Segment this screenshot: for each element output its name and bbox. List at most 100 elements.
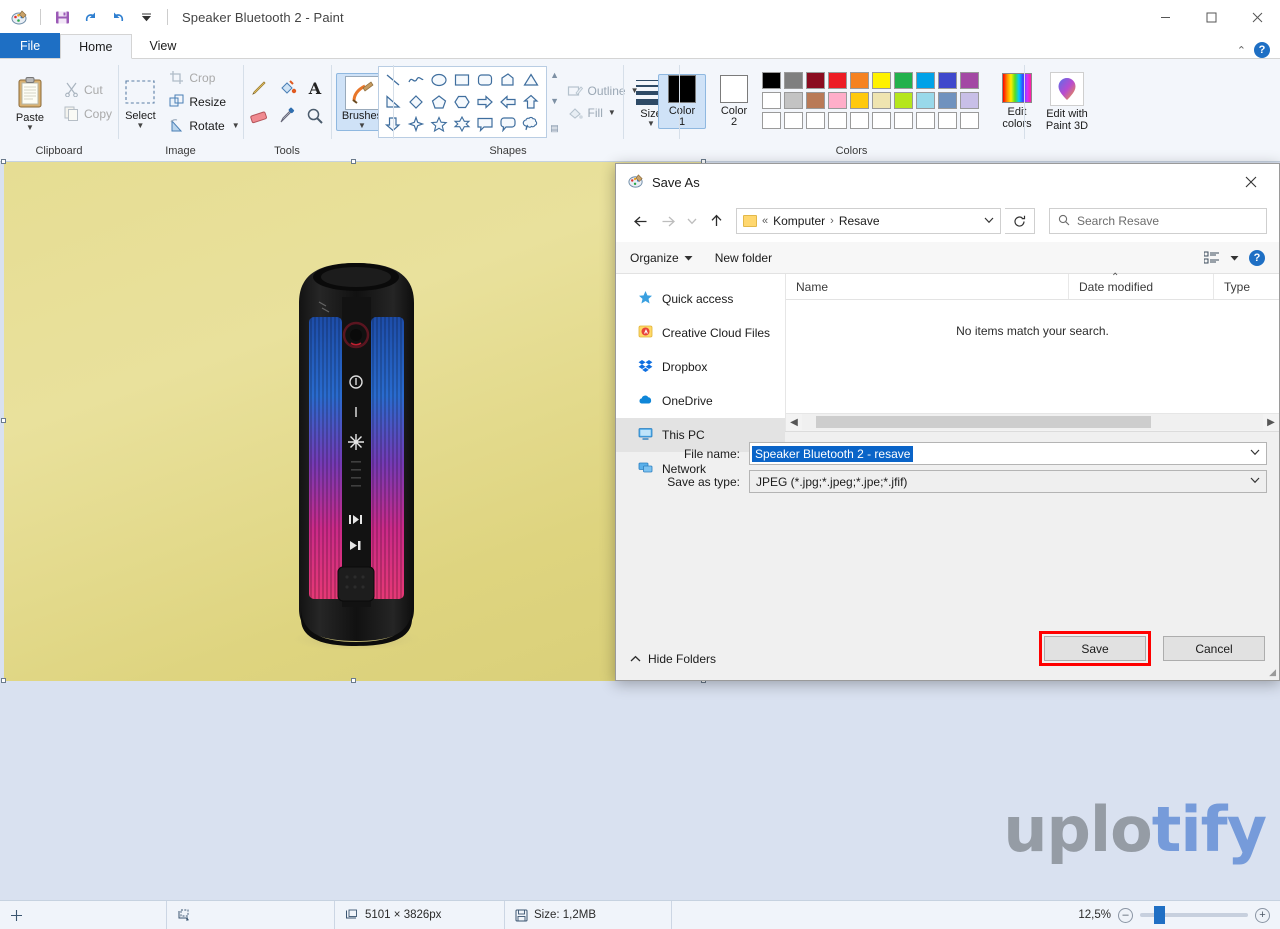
palette-swatch-2-8[interactable] <box>916 92 935 109</box>
save-icon[interactable] <box>51 6 73 28</box>
address-bar[interactable]: « Komputer › Resave <box>736 208 1001 234</box>
shape-rounded-callout-icon[interactable] <box>497 113 520 135</box>
edit-with-paint-3d-button[interactable]: Edit with Paint 3D <box>1032 71 1102 132</box>
hide-folders-button[interactable]: Hide Folders <box>630 652 716 666</box>
crop-button[interactable]: Crop <box>164 67 244 89</box>
size-caret-icon[interactable]: ▼ <box>647 120 655 128</box>
palette-swatch-2-3[interactable] <box>806 92 825 109</box>
undo-icon[interactable] <box>79 6 101 28</box>
organize-button[interactable]: Organize <box>630 251 693 265</box>
save-as-type-combobox[interactable]: JPEG (*.jpg;*.jpeg;*.jpe;*.jfif) <box>749 470 1267 493</box>
canvas-handle-nw[interactable] <box>1 159 6 164</box>
copy-button[interactable]: Copy <box>59 103 117 125</box>
canvas-handle-s[interactable] <box>351 678 356 683</box>
maximize-button[interactable] <box>1188 0 1234 34</box>
palette-swatch-2-9[interactable] <box>938 92 957 109</box>
address-dropdown-caret-icon[interactable] <box>984 216 994 227</box>
cancel-button[interactable]: Cancel <box>1163 636 1265 661</box>
minimize-button[interactable] <box>1142 0 1188 34</box>
palette-swatch-1-9[interactable] <box>938 72 957 89</box>
zoom-slider-thumb[interactable] <box>1154 906 1165 924</box>
palette-swatch-2-4[interactable] <box>828 92 847 109</box>
color-palette[interactable] <box>762 72 981 131</box>
shape-up-arrow-icon[interactable] <box>520 91 543 113</box>
shape-line-icon[interactable] <box>382 69 405 91</box>
color-1-button[interactable]: Color 1 <box>658 74 706 129</box>
paste-button[interactable]: Paste ▼ <box>1 72 59 132</box>
new-folder-button[interactable]: New folder <box>715 251 772 265</box>
image-canvas[interactable] <box>1 159 706 683</box>
palette-swatch-1-1[interactable] <box>762 72 781 89</box>
shape-down-arrow-icon[interactable] <box>382 113 405 135</box>
refresh-button[interactable] <box>1005 208 1035 234</box>
color-picker-icon[interactable] <box>274 103 300 129</box>
palette-swatch-3-7[interactable] <box>894 112 913 129</box>
nav-item-creative-cloud-files[interactable]: Creative Cloud Files <box>616 316 785 350</box>
column-header-name[interactable]: Name <box>786 274 1069 299</box>
brushes-caret-icon[interactable]: ▼ <box>358 121 366 129</box>
shape-diamond-icon[interactable] <box>405 91 428 113</box>
column-header-type[interactable]: Type <box>1214 274 1279 299</box>
column-header-date-modified[interactable]: Date modified <box>1069 274 1214 299</box>
palette-swatch-3-5[interactable] <box>850 112 869 129</box>
palette-swatch-1-5[interactable] <box>850 72 869 89</box>
palette-swatch-3-1[interactable] <box>762 112 781 129</box>
shape-pentagon-icon[interactable] <box>428 91 451 113</box>
shape-oval-icon[interactable] <box>428 69 451 91</box>
breadcrumb-item-resave[interactable]: Resave <box>839 214 880 228</box>
file-name-value[interactable]: Speaker Bluetooth 2 - resave <box>752 445 914 462</box>
shapes-gallery[interactable] <box>377 65 547 138</box>
palette-swatch-1-7[interactable] <box>894 72 913 89</box>
shape-polygon-icon[interactable] <box>497 69 520 91</box>
fill-caret-icon[interactable]: ▼ <box>608 109 616 117</box>
palette-swatch-2-5[interactable] <box>850 92 869 109</box>
palette-swatch-3-4[interactable] <box>828 112 847 129</box>
palette-swatch-2-10[interactable] <box>960 92 979 109</box>
up-button[interactable] <box>704 209 728 233</box>
search-input[interactable]: Search Resave <box>1049 208 1267 234</box>
palette-swatch-1-3[interactable] <box>806 72 825 89</box>
resize-button[interactable]: Resize <box>164 91 244 113</box>
palette-swatch-2-2[interactable] <box>784 92 803 109</box>
palette-swatch-1-8[interactable] <box>916 72 935 89</box>
close-button[interactable] <box>1234 0 1280 34</box>
canvas-handle-w[interactable] <box>1 418 6 423</box>
help-icon[interactable]: ? <box>1254 42 1270 58</box>
palette-swatch-3-6[interactable] <box>872 112 891 129</box>
select-caret-icon[interactable]: ▼ <box>136 122 144 130</box>
rotate-caret-icon[interactable]: ▼ <box>232 122 240 130</box>
shape-left-arrow-icon[interactable] <box>497 91 520 113</box>
back-button[interactable] <box>628 209 652 233</box>
shape-rounded-rectangle-icon[interactable] <box>474 69 497 91</box>
text-icon[interactable]: A <box>302 75 328 101</box>
shape-right-arrow-icon[interactable] <box>474 91 497 113</box>
eraser-icon[interactable] <box>246 103 272 129</box>
recent-locations-caret-icon[interactable] <box>684 209 700 233</box>
zoom-out-button[interactable]: – <box>1118 907 1133 923</box>
paste-caret-icon[interactable]: ▼ <box>26 124 34 132</box>
cut-button[interactable]: Cut <box>59 79 117 101</box>
fill-icon[interactable] <box>274 75 300 101</box>
shape-four-point-star-icon[interactable] <box>405 113 428 135</box>
shape-cloud-callout-icon[interactable] <box>520 113 543 135</box>
shape-rectangular-callout-icon[interactable] <box>474 113 497 135</box>
palette-swatch-1-2[interactable] <box>784 72 803 89</box>
breadcrumb-item-komputer[interactable]: Komputer <box>773 214 825 228</box>
palette-swatch-3-10[interactable] <box>960 112 979 129</box>
scrollbar-track[interactable] <box>802 414 1263 430</box>
shapes-scroll-down-icon[interactable]: ▼ <box>549 96 561 106</box>
shape-rectangle-icon[interactable] <box>451 69 474 91</box>
magnifier-icon[interactable] <box>302 103 328 129</box>
zoom-slider[interactable] <box>1140 906 1248 924</box>
save-button[interactable]: Save <box>1044 636 1146 661</box>
chevron-up-icon[interactable]: ⌃ <box>1237 44 1246 57</box>
customize-quick-access-caret-icon[interactable] <box>135 6 157 28</box>
scroll-left-arrow-icon[interactable]: ◀ <box>786 417 802 428</box>
scrollbar-thumb[interactable] <box>816 416 1151 428</box>
resize-grip-icon[interactable]: ◢ <box>1269 667 1276 678</box>
shapes-scroll-controls[interactable]: ▲ ▼ ▤ <box>549 68 561 136</box>
dialog-close-button[interactable] <box>1229 165 1273 199</box>
nav-item-onedrive[interactable]: OneDrive <box>616 384 785 418</box>
shape-right-triangle-icon[interactable] <box>382 91 405 113</box>
palette-swatch-1-6[interactable] <box>872 72 891 89</box>
